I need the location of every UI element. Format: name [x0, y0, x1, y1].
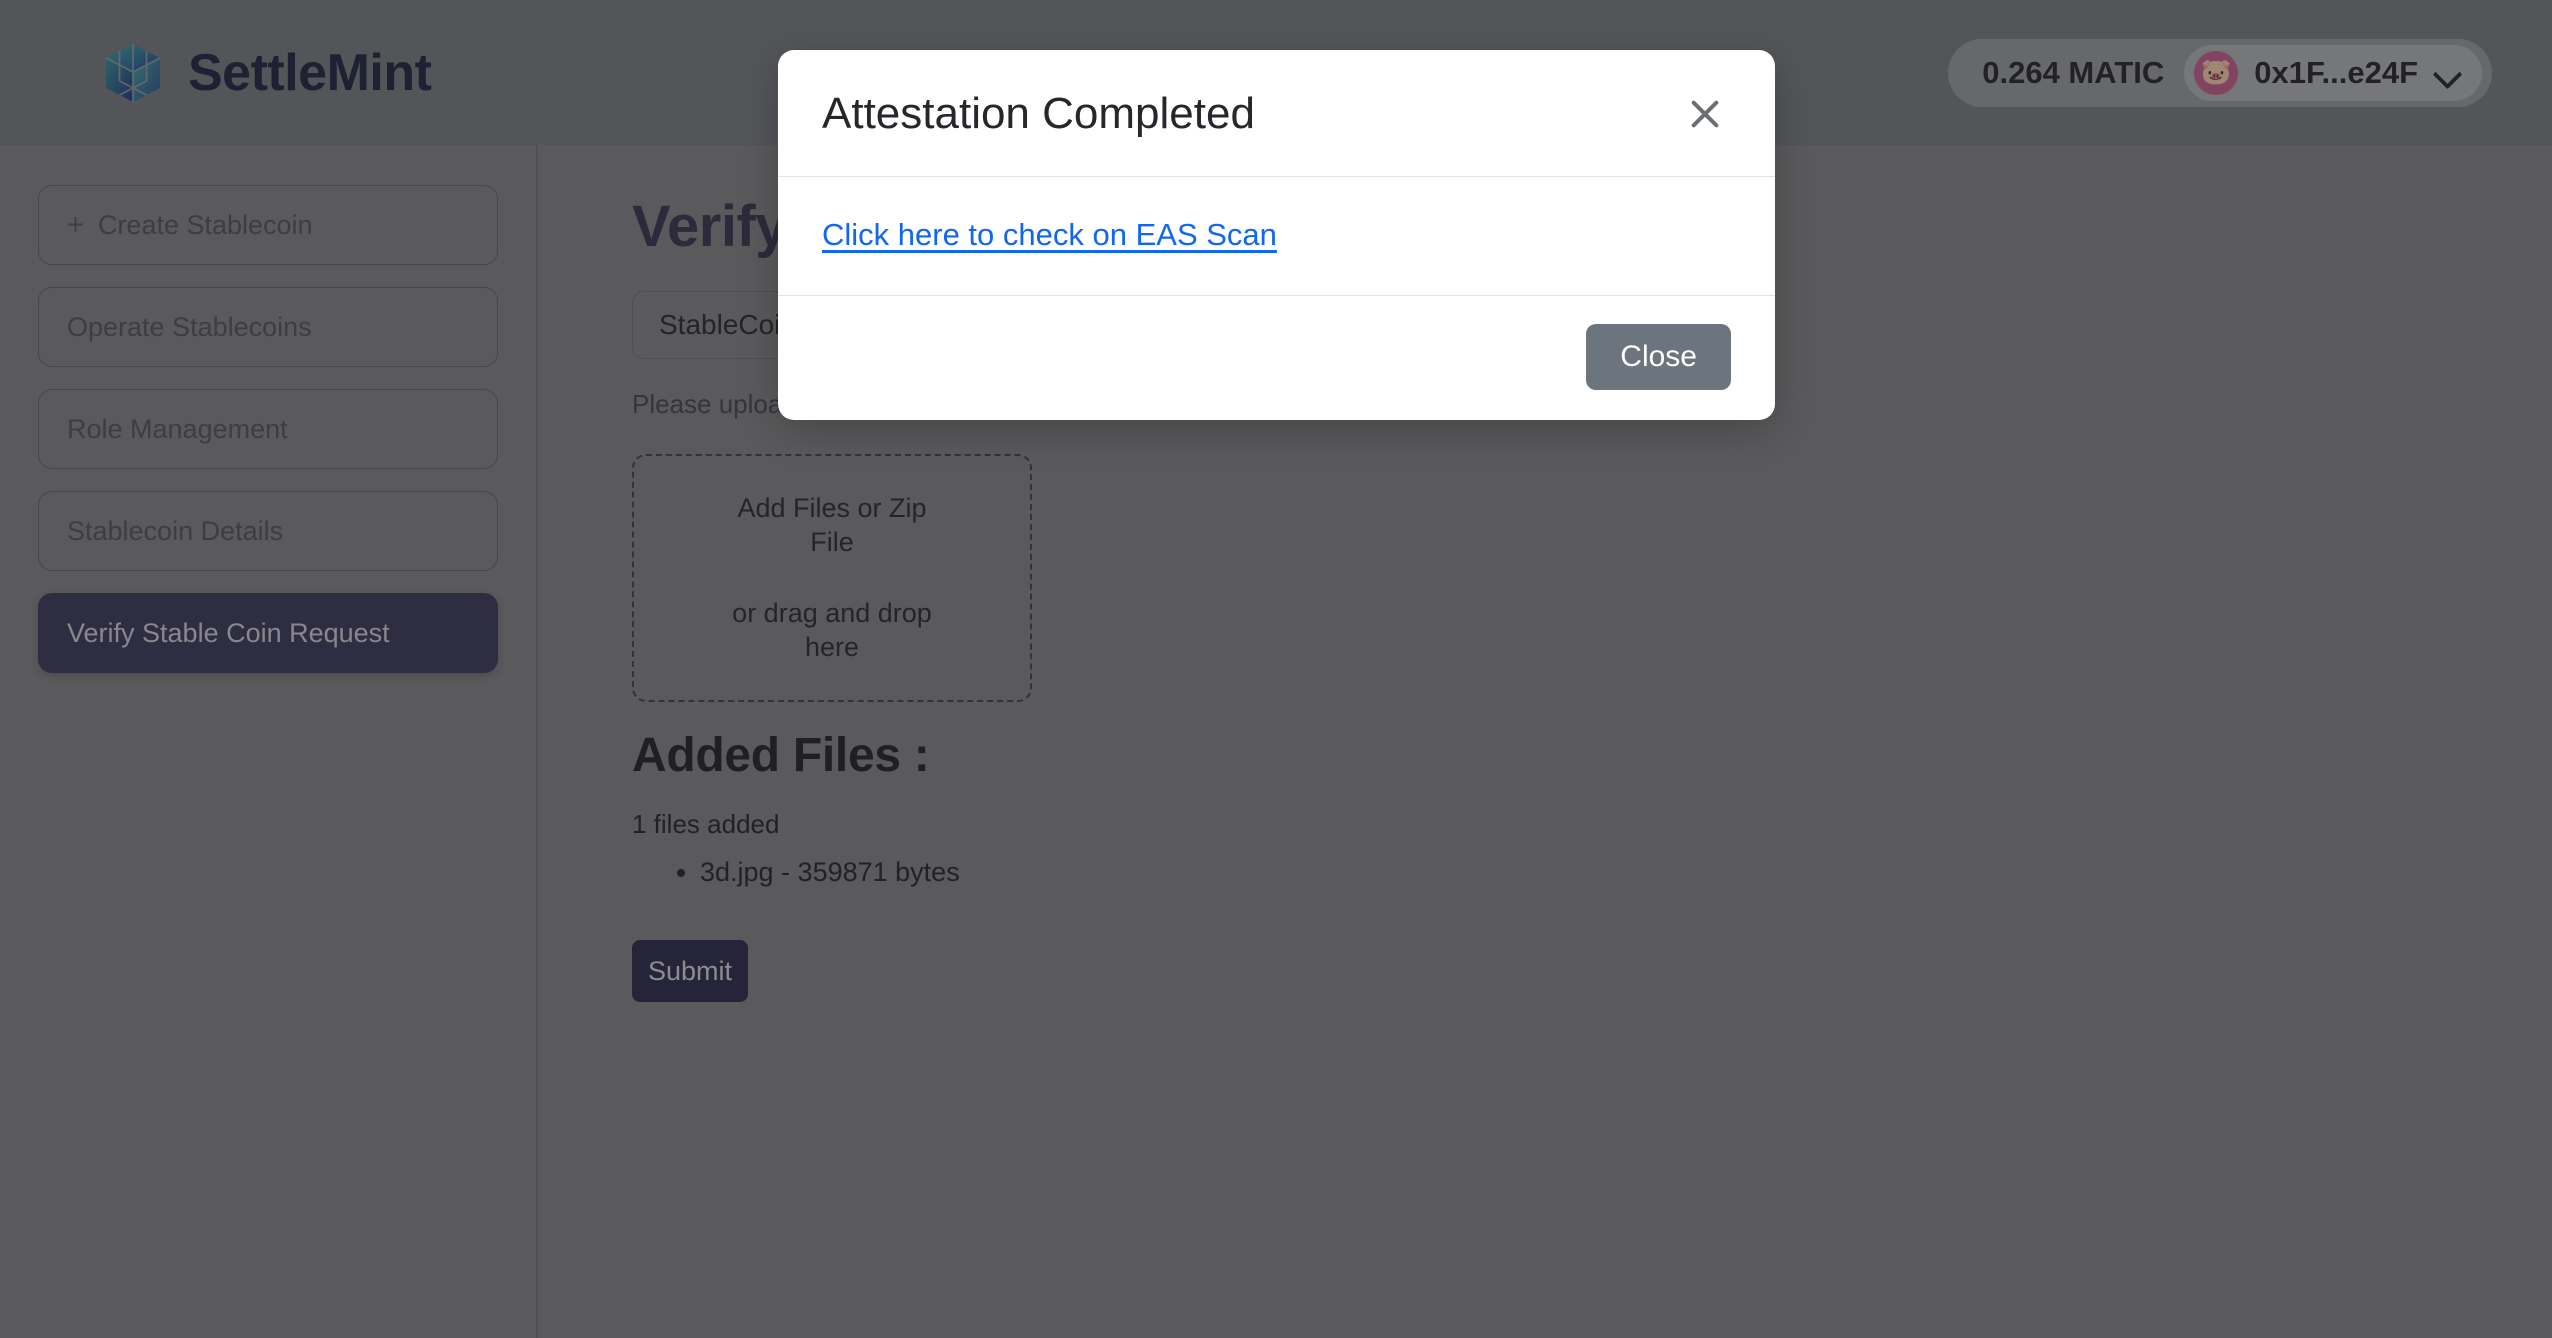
modal-header: Attestation Completed: [778, 50, 1775, 177]
eas-scan-link[interactable]: Click here to check on EAS Scan: [822, 217, 1277, 252]
modal-footer: Close: [778, 296, 1775, 420]
modal-title: Attestation Completed: [822, 88, 1255, 138]
attestation-completed-modal: Attestation Completed Click here to chec…: [778, 50, 1775, 420]
modal-body: Click here to check on EAS Scan: [778, 177, 1775, 296]
close-x-icon[interactable]: [1679, 88, 1731, 140]
close-button[interactable]: Close: [1586, 324, 1731, 390]
